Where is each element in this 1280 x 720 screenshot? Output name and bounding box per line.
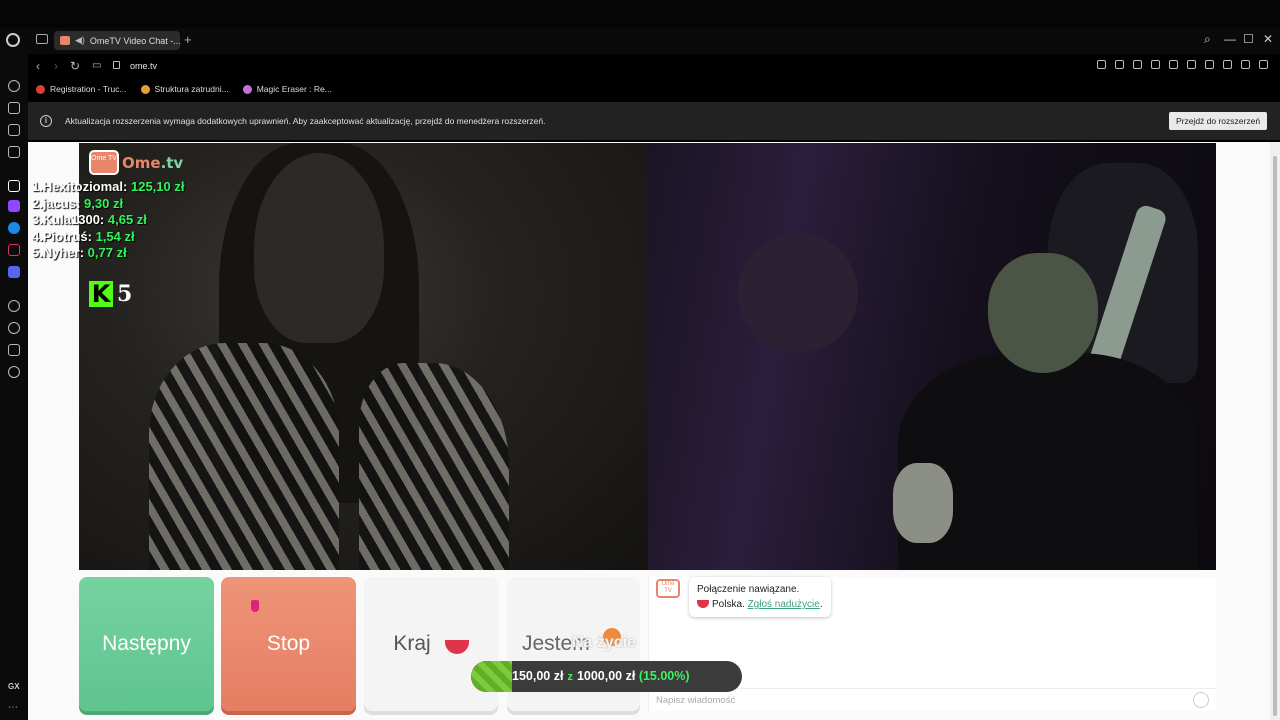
self-face — [988, 253, 1098, 373]
leaderboard-row: 5.Nyher: 0,77 zł — [32, 245, 127, 260]
heart-icon[interactable] — [1187, 60, 1196, 69]
partner-country-line: Polska. Zgłoś nadużycie. — [697, 597, 823, 612]
striped-shirt — [149, 343, 339, 570]
ometv-wordmark: Ome.tv — [122, 153, 184, 172]
ometv-chat-logo-icon: Ome TV — [656, 579, 680, 598]
self-body — [898, 353, 1198, 570]
gx-label: GX — [8, 682, 20, 691]
twitch-icon[interactable] — [8, 200, 20, 212]
new-tab-button[interactable]: + — [184, 33, 192, 47]
aria-icon[interactable] — [8, 180, 20, 192]
system-message: Połączenie nawiązane. Polska. Zgłoś nadu… — [689, 577, 831, 617]
clock-icon[interactable] — [8, 322, 20, 334]
bookmark-item[interactable]: Struktura zatrudni... — [140, 84, 229, 94]
close-button[interactable]: ✕ — [1263, 32, 1273, 46]
camera-icon[interactable]: ▭ — [92, 59, 101, 73]
flow-icon[interactable] — [8, 102, 20, 114]
self-hand — [893, 463, 953, 543]
settings-gear-icon[interactable] — [8, 366, 20, 378]
background-figure — [738, 233, 858, 353]
notice-message: Aktualizacja rozszerzenia wymaga dodatko… — [65, 116, 546, 126]
tab-title: OmeTV Video Chat -... — [89, 35, 180, 46]
forward-button[interactable]: › — [54, 59, 58, 73]
history-icon[interactable] — [8, 80, 20, 92]
leaderboard-row: 2.jacus: 9,30 zł — [32, 195, 124, 211]
kick-logo-icon: K — [89, 281, 113, 307]
wallet-icon[interactable] — [8, 124, 20, 136]
player-icon[interactable] — [8, 300, 20, 312]
pin-icon[interactable] — [1097, 60, 1106, 69]
extension-toolbar — [1097, 60, 1268, 69]
poland-flag-icon — [697, 600, 709, 609]
messenger-m-icon[interactable] — [8, 146, 20, 158]
extensions-icon[interactable] — [1205, 60, 1214, 69]
account-icon[interactable] — [1223, 60, 1232, 69]
tab-island-icon[interactable] — [36, 34, 48, 44]
tab-strip — [0, 28, 1280, 54]
lock-icon[interactable] — [113, 61, 120, 69]
play-icon[interactable] — [1169, 60, 1178, 69]
browser-sidebar — [0, 54, 28, 720]
minimize-button[interactable]: — — [1224, 32, 1236, 46]
goal-title: Na życie — [572, 634, 637, 651]
goal-progress-fill — [471, 661, 512, 692]
ometv-favicon-icon — [60, 36, 70, 45]
country-button[interactable]: Kraj — [364, 577, 498, 711]
page-scrollbar[interactable] — [1270, 142, 1280, 720]
striped-shirt — [359, 363, 509, 570]
bookmark-favicon-icon — [242, 84, 252, 94]
report-abuse-link[interactable]: Zgłoś nadużycie — [748, 599, 820, 610]
title-bar — [0, 0, 1280, 28]
partner-face — [254, 153, 384, 343]
maximize-button[interactable]: ☐ — [1243, 32, 1254, 46]
bookmark-item[interactable]: Magic Eraser : Re... — [242, 84, 332, 94]
address-bar[interactable]: ome.tv — [130, 61, 157, 71]
mouse-cursor-icon — [251, 600, 259, 612]
connection-status: Połączenie nawiązane. — [697, 584, 800, 595]
go-to-extensions-button[interactable]: Przejdź do rozszerzeń — [1169, 112, 1267, 130]
tab-ometv[interactable]: ◀) OmeTV Video Chat -... — [54, 31, 180, 50]
search-tabs-icon[interactable]: ⌕ — [1204, 32, 1211, 46]
translate-icon[interactable] — [1151, 60, 1160, 69]
kick-viewer-counter: K 5 — [89, 281, 132, 307]
instagram-icon[interactable] — [8, 244, 20, 256]
scrollbar-thumb[interactable] — [1273, 156, 1277, 716]
leaderboard-row: 3.Kula1300: 4,65 zł — [32, 212, 147, 227]
more-icon[interactable]: ⋯ — [8, 702, 18, 713]
discord-icon[interactable] — [8, 266, 20, 278]
ometv-logo: Ome TV Ome.tv — [89, 150, 183, 175]
kick-viewer-count: 5 — [117, 281, 133, 307]
bookmark-favicon-icon — [140, 84, 150, 94]
leaderboard-row: 4.Piotruś: 1,54 zł — [32, 228, 135, 244]
shield-icon[interactable] — [1133, 60, 1142, 69]
country-label: Kraj — [393, 632, 431, 655]
snapshot-icon[interactable] — [1115, 60, 1124, 69]
opera-logo-icon[interactable] — [6, 33, 20, 47]
leaderboard-row: 1.Hexitoziomal: 125,10 zł — [32, 179, 185, 194]
message-input[interactable]: Napisz wiadomość — [656, 695, 735, 706]
bookmark-favicon-icon — [36, 84, 45, 94]
poland-flag-icon — [444, 640, 469, 654]
ometv-tv-icon: Ome TV — [89, 150, 119, 175]
download-icon[interactable] — [1241, 60, 1250, 69]
speaker-icon[interactable]: ◀) — [75, 35, 85, 46]
donation-goal-bar: 150,00 zł z 1000,00 zł (15.00%) — [471, 661, 742, 692]
menu-icon[interactable] — [1259, 60, 1268, 69]
bookmarks-bar: Registration - Truc... Struktura zatrudn… — [28, 80, 338, 98]
donation-leaderboard: 1.Hexitoziomal: 125,10 zł 2.jacus: 9,30 … — [32, 179, 184, 262]
self-video — [648, 143, 1216, 570]
bookmark-item[interactable]: Registration - Truc... — [36, 84, 127, 94]
info-icon: i — [40, 115, 52, 127]
next-button[interactable]: Następny — [79, 577, 214, 711]
emoji-icon[interactable] — [1193, 692, 1209, 708]
stop-button[interactable]: Stop — [221, 577, 356, 711]
extension-update-notice: i Aktualizacja rozszerzenia wymaga dodat… — [28, 102, 1280, 140]
goal-text: 150,00 zł z 1000,00 zł (15.00%) — [512, 669, 690, 683]
extensions-sidebar-icon[interactable] — [8, 344, 20, 356]
messenger-icon[interactable] — [8, 222, 20, 234]
reload-icon[interactable]: ↻ — [70, 59, 80, 73]
back-button[interactable]: ‹ — [36, 59, 40, 73]
